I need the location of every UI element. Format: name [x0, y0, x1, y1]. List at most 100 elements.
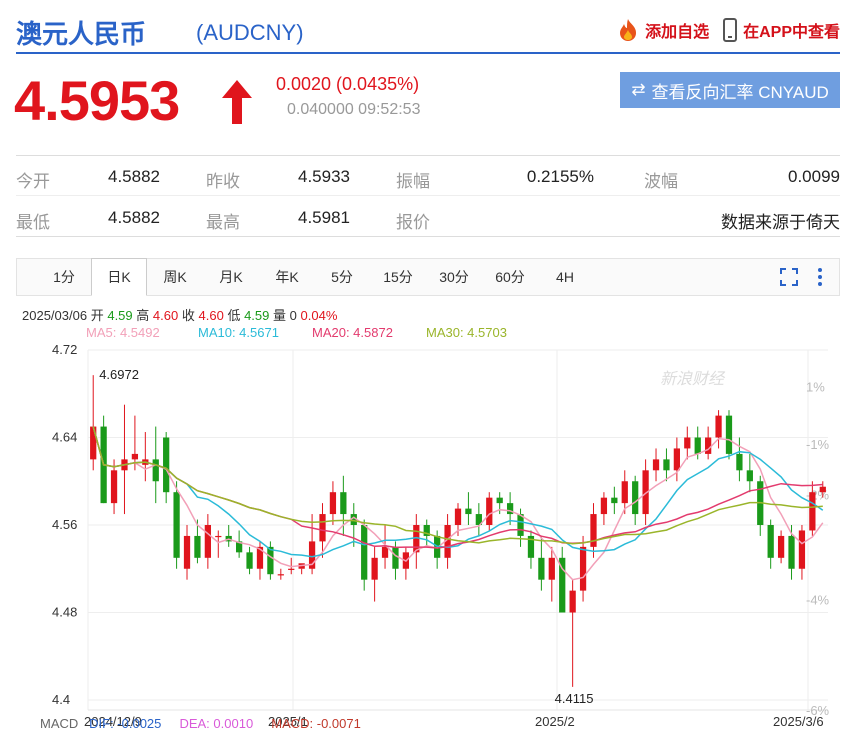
- candle-body[interactable]: [611, 497, 618, 504]
- ohlc-date: 2025/03/06: [22, 308, 88, 323]
- candle-body[interactable]: [496, 497, 503, 504]
- candle-body[interactable]: [798, 530, 806, 569]
- candle-body[interactable]: [767, 525, 774, 558]
- candle-body[interactable]: [569, 590, 576, 613]
- candle-body[interactable]: [267, 546, 274, 575]
- tab-30min[interactable]: 30分: [427, 259, 481, 295]
- candle-body[interactable]: [809, 492, 816, 531]
- candle-body[interactable]: [788, 535, 795, 569]
- add-watchlist-label: 添加自选: [645, 24, 710, 41]
- page-title: 澳元人民币: [16, 19, 147, 49]
- macd-dif: DIF: -0.0025: [89, 716, 162, 731]
- candle-body[interactable]: [632, 481, 639, 515]
- candle-body[interactable]: [621, 481, 628, 504]
- macd-info: MACD DIF: -0.0025 DEA: 0.0010 MACD: -0.0…: [40, 716, 361, 731]
- ohlc-low: 4.59: [244, 308, 270, 323]
- candle-body[interactable]: [684, 437, 691, 449]
- candle-body[interactable]: [538, 557, 545, 580]
- amplitude-label: 振幅: [396, 172, 430, 191]
- candle-body[interactable]: [454, 508, 462, 525]
- reverse-rate-label: 查看反向汇率 CNYAUD: [651, 82, 829, 102]
- candle-body[interactable]: [381, 546, 389, 558]
- watermark: 新浪财经: [660, 370, 726, 388]
- tab-1min[interactable]: 1分: [39, 259, 89, 295]
- ohlc-vol: 0: [289, 308, 297, 323]
- candle-body[interactable]: [725, 415, 733, 454]
- candle-body[interactable]: [486, 497, 493, 525]
- candle-body[interactable]: [131, 453, 139, 460]
- candle-body[interactable]: [329, 492, 337, 515]
- currency-code: (AUDCNY): [196, 20, 304, 45]
- candle-body[interactable]: [579, 546, 587, 591]
- candle-body[interactable]: [288, 568, 295, 570]
- view-in-app-label: 在APP中查看: [743, 24, 840, 41]
- y-tick-label: 4.56: [52, 517, 77, 532]
- candle-body[interactable]: [371, 557, 378, 580]
- tab-weekly[interactable]: 周K: [149, 259, 201, 295]
- candle-body[interactable]: [652, 459, 660, 471]
- flame-icon: [620, 19, 637, 41]
- reverse-rate-button[interactable]: ⇄ 查看反向汇率 CNYAUD: [620, 72, 840, 108]
- y-tick-label: 4.64: [52, 430, 77, 445]
- macd-dea: DEA: 0.0010: [179, 716, 254, 731]
- pct-tick-label: -1%: [806, 437, 830, 452]
- candle-body[interactable]: [340, 492, 347, 515]
- more-icon[interactable]: [815, 267, 825, 287]
- high-value: 4.5981: [298, 208, 350, 227]
- candle-body[interactable]: [277, 574, 284, 576]
- candle-body[interactable]: [819, 486, 826, 493]
- quote-label: 报价: [396, 213, 430, 232]
- tab-monthly[interactable]: 月K: [205, 259, 257, 295]
- candle-body[interactable]: [173, 492, 180, 558]
- candle-body[interactable]: [215, 535, 222, 538]
- view-in-app-button[interactable]: 在APP中查看: [723, 18, 840, 42]
- fullscreen-icon[interactable]: [779, 267, 799, 287]
- quote-time: 0.040000 09:52:53: [287, 101, 421, 118]
- ohlc-pct: 0.04%: [300, 308, 338, 323]
- candlestick-chart[interactable]: 新浪财经 4.724.644.564.484.4 1%-1%-2%-4%-6% …: [0, 340, 854, 733]
- candle-body[interactable]: [194, 535, 201, 558]
- tab-daily[interactable]: 日K: [91, 258, 147, 296]
- candle-body[interactable]: [663, 459, 670, 471]
- candle-body[interactable]: [246, 552, 253, 569]
- tab-5min[interactable]: 5分: [317, 259, 367, 295]
- pct-tick-label: 1%: [806, 379, 825, 394]
- candle-body[interactable]: [694, 437, 701, 454]
- candle-body[interactable]: [736, 453, 743, 471]
- high-label: 最高: [206, 213, 240, 232]
- current-price: 4.5953: [14, 69, 180, 132]
- up-arrow-icon: [222, 80, 252, 124]
- candle-body[interactable]: [715, 415, 722, 438]
- open-value: 4.5882: [108, 167, 160, 186]
- candle-body[interactable]: [465, 508, 472, 515]
- prev-close-value: 4.5933: [298, 167, 350, 186]
- swap-icon: ⇄: [631, 80, 646, 99]
- candle-body[interactable]: [319, 514, 326, 542]
- tab-60min[interactable]: 60分: [483, 259, 537, 295]
- candle-body[interactable]: [548, 557, 555, 580]
- candle-body[interactable]: [90, 426, 97, 460]
- amplitude-value: 0.2155%: [526, 167, 594, 186]
- tab-4h[interactable]: 4H: [541, 259, 589, 295]
- candle-body[interactable]: [183, 535, 191, 569]
- ma20-label: MA20: 4.5872: [312, 325, 393, 340]
- candle-body[interactable]: [152, 459, 159, 482]
- candle-body[interactable]: [361, 525, 368, 580]
- add-watchlist-button[interactable]: 添加自选: [617, 18, 709, 42]
- max-annotation: 4.6972: [99, 367, 139, 382]
- header-actions: 添加自选 在APP中查看: [617, 18, 840, 42]
- ohlc-high: 4.60: [152, 308, 179, 323]
- tab-yearly[interactable]: 年K: [261, 259, 313, 295]
- candle-body[interactable]: [673, 448, 680, 471]
- tab-15min[interactable]: 15分: [371, 259, 425, 295]
- candle-body[interactable]: [392, 546, 399, 569]
- stats-row: 今开 4.5882 昨收 4.5933 振幅 0.2155% 波幅 0.0099: [16, 156, 840, 196]
- candle-body[interactable]: [705, 437, 712, 454]
- candle-body[interactable]: [110, 470, 118, 504]
- candle-body[interactable]: [204, 525, 211, 558]
- candle-body[interactable]: [746, 470, 753, 482]
- candle-body[interactable]: [163, 437, 170, 493]
- candle-body[interactable]: [777, 535, 785, 558]
- wave-label: 波幅: [644, 172, 678, 191]
- candle-body[interactable]: [600, 497, 608, 515]
